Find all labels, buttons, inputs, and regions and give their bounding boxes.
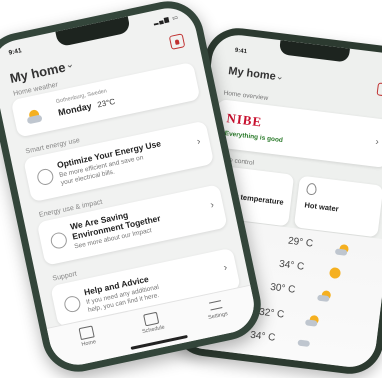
home-indicator [130, 334, 188, 350]
lightbulb-icon [35, 167, 55, 187]
chevron-down-icon[interactable]: ⌄ [65, 59, 75, 72]
forecast-temp: 34° C [278, 258, 305, 273]
notification-icon[interactable] [168, 33, 186, 50]
nibe-logo: NIBE [225, 110, 264, 130]
system-status: Everything is good [224, 130, 284, 145]
notch [278, 40, 350, 63]
chevron-right-icon: › [209, 199, 215, 212]
forecast-temp: 29° C [287, 235, 314, 250]
sliders-icon [209, 300, 223, 311]
tab-label: Schedule [141, 324, 166, 336]
tab-label: Home [81, 339, 97, 348]
hot-water-card[interactable]: Hot water [293, 175, 382, 238]
tab-settings[interactable]: Settings [195, 295, 238, 323]
tab-schedule[interactable]: Schedule [130, 309, 173, 337]
cloud-icon [304, 319, 318, 327]
control-label: Hot water [304, 200, 340, 214]
weather-temp: 23°C [96, 96, 116, 110]
calendar-icon [143, 311, 160, 327]
cloud-icon [317, 294, 330, 303]
notification-icon[interactable] [376, 82, 382, 97]
status-time: 9:41 [8, 47, 23, 57]
cloud-icon [334, 248, 348, 256]
notch [55, 16, 132, 48]
chevron-down-icon[interactable]: ⌄ [275, 71, 285, 83]
help-icon [62, 294, 82, 314]
tab-label: Settings [207, 311, 229, 322]
chevron-right-icon: › [222, 262, 229, 274]
home-icon [78, 325, 95, 341]
tab-home[interactable]: Home [66, 323, 109, 351]
sun-cloud-icon [25, 107, 44, 126]
status-time: 9:41 [234, 47, 248, 56]
page-title[interactable]: My home [228, 65, 277, 83]
forecast-temp: 34° C [249, 329, 276, 344]
sun-icon [328, 266, 342, 280]
signal-battery-icon: ▂▄▆ ▭ [153, 14, 180, 26]
cloud-icon [297, 339, 311, 347]
leaf-icon [49, 231, 69, 251]
water-drop-icon [305, 182, 318, 196]
forecast-temp: 30° C [269, 281, 296, 296]
forecast-temp: 32° C [258, 306, 285, 321]
chevron-right-icon: › [195, 136, 202, 148]
chevron-right-icon: › [374, 136, 380, 148]
